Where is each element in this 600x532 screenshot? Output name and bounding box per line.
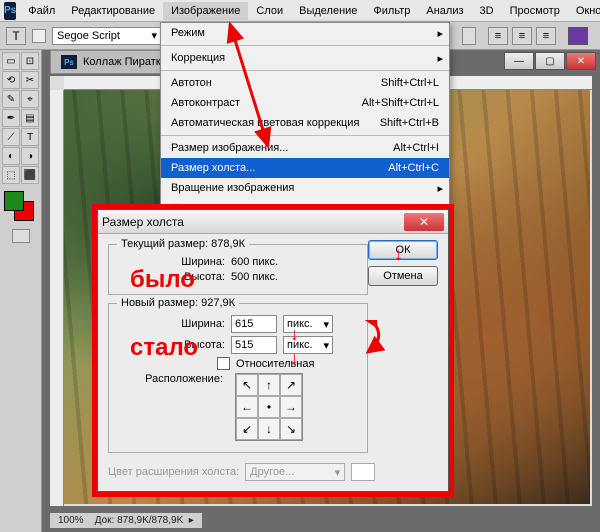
align-left-button[interactable]: ≡ [488, 27, 508, 45]
toolbox: ▭ ⊡ ⟲ ✂ ✎ ⌖ ✒ ▤ ⟋ T ◐ ◑ ⬚ ⬛ [0, 50, 42, 532]
shape-tool[interactable]: ⬚ [2, 166, 20, 184]
anchor-e[interactable]: → [280, 396, 302, 418]
menu-window[interactable]: Окно [568, 2, 600, 20]
menu-layers[interactable]: Слои [248, 2, 291, 20]
menu-filter[interactable]: Фильтр [365, 2, 418, 20]
anchor-label: Расположение: [137, 373, 223, 385]
cur-width-value: 600 пикс. [231, 256, 278, 268]
new-size-label: Новый размер: [121, 297, 198, 309]
annotation-became: стало [130, 334, 198, 362]
stamp-tool[interactable]: ▤ [21, 109, 39, 127]
anchor-n[interactable]: ↑ [258, 374, 280, 396]
brush-tool[interactable]: ✒ [2, 109, 20, 127]
anchor-s[interactable]: ↓ [258, 418, 280, 440]
current-size-label: Текущий размер: [121, 238, 208, 250]
anchor-grid[interactable]: ↖ ↑ ↗ ← • → ↙ ↓ ↘ [235, 373, 303, 441]
move-tool[interactable]: ▭ [2, 52, 20, 70]
annotation-arrow-units [356, 320, 386, 360]
doc-size: Док: 878,9K/878,9K [95, 515, 184, 526]
cancel-button[interactable]: Отмена [368, 266, 438, 286]
anchor-se[interactable]: ↘ [280, 418, 302, 440]
app-badge: Ps [4, 2, 16, 20]
close-button[interactable]: ✕ [566, 52, 596, 70]
dialog-close-button[interactable]: ✕ [404, 213, 444, 231]
menu-image[interactable]: Изображение [163, 2, 248, 20]
window-controls: — ▢ ✕ [504, 52, 596, 70]
new-size-value: 927,9К [201, 297, 235, 309]
hand-tool[interactable]: ⬛ [21, 166, 39, 184]
ext-color-select: Другое...▾ [245, 463, 345, 481]
ext-color-label: Цвет расширения холста: [108, 466, 239, 478]
menu-analysis[interactable]: Анализ [418, 2, 471, 20]
dodge-tool[interactable]: ◐ [2, 147, 20, 165]
ok-button[interactable]: ОК [368, 240, 438, 260]
anchor-c[interactable]: • [258, 396, 280, 418]
text-tool[interactable]: T [21, 128, 39, 146]
dialog-title: Размер холста [102, 215, 184, 229]
burn-tool[interactable]: ◑ [21, 147, 39, 165]
menu-file[interactable]: Файл [20, 2, 63, 20]
font-family-select[interactable]: Segoe Script▾ [52, 27, 162, 45]
dialog-titlebar[interactable]: Размер холста ✕ [98, 210, 448, 234]
annotation-arrow-ok: ↓ [394, 244, 403, 265]
orientation-toggle[interactable] [32, 29, 46, 43]
chevron-down-icon: ▾ [323, 339, 329, 352]
relative-checkbox[interactable] [217, 357, 230, 370]
wand-tool[interactable]: ✂ [21, 71, 39, 89]
quickmask-toggle[interactable] [2, 226, 39, 246]
status-bar: 100% Док: 878,9K/878,9K ▸ [50, 513, 202, 528]
height-input[interactable] [231, 336, 277, 354]
ruler-vertical [50, 90, 64, 506]
gradient-tool[interactable]: ⟋ [2, 128, 20, 146]
color-picker[interactable] [2, 189, 39, 225]
annotation-arrow-menu [168, 18, 288, 158]
text-color-swatch[interactable] [568, 27, 588, 45]
menu-view[interactable]: Просмотр [502, 2, 568, 20]
anchor-ne[interactable]: ↗ [280, 374, 302, 396]
annotation-arrow-height: ↓ [290, 348, 299, 369]
anchor-nw[interactable]: ↖ [236, 374, 258, 396]
annotation-arrow-width: ↓ [290, 324, 299, 345]
text-tool-icon: T [6, 27, 26, 45]
lasso-tool[interactable]: ⟲ [2, 71, 20, 89]
menu-edit[interactable]: Редактирование [63, 2, 163, 20]
align-right-button[interactable]: ≡ [536, 27, 556, 45]
menu-canvas-size[interactable]: Размер холста...Alt+Ctrl+C [161, 158, 449, 178]
menu-3d[interactable]: 3D [472, 2, 502, 20]
document-tab[interactable]: Ps Коллаж Пиратка [50, 50, 178, 74]
minimize-button[interactable]: — [504, 52, 534, 70]
eyedropper-tool[interactable]: ⌖ [21, 90, 39, 108]
doc-badge: Ps [61, 55, 77, 69]
relative-label: Относительная [236, 358, 314, 370]
anchor-w[interactable]: ← [236, 396, 258, 418]
ext-color-swatch [351, 463, 375, 481]
align-center-button[interactable]: ≡ [512, 27, 532, 45]
doc-title: Коллаж Пиратка [83, 56, 167, 68]
menu-select[interactable]: Выделение [291, 2, 365, 20]
chevron-down-icon: ▾ [151, 29, 157, 42]
new-width-label: Ширина: [173, 318, 225, 330]
crop-tool[interactable]: ✎ [2, 90, 20, 108]
menubar: Ps Файл Редактирование Изображение Слои … [0, 0, 600, 22]
current-size-value: 878,9К [211, 238, 245, 250]
menu-rotate[interactable]: Вращение изображения [161, 178, 449, 198]
width-input[interactable] [231, 315, 277, 333]
annotation-was: было [130, 266, 195, 294]
chevron-down-icon: ▾ [323, 318, 329, 331]
zoom-level[interactable]: 100% [58, 515, 84, 526]
cur-height-value: 500 пикс. [231, 271, 278, 283]
maximize-button[interactable]: ▢ [535, 52, 565, 70]
marquee-tool[interactable]: ⊡ [21, 52, 39, 70]
anchor-sw[interactable]: ↙ [236, 418, 258, 440]
